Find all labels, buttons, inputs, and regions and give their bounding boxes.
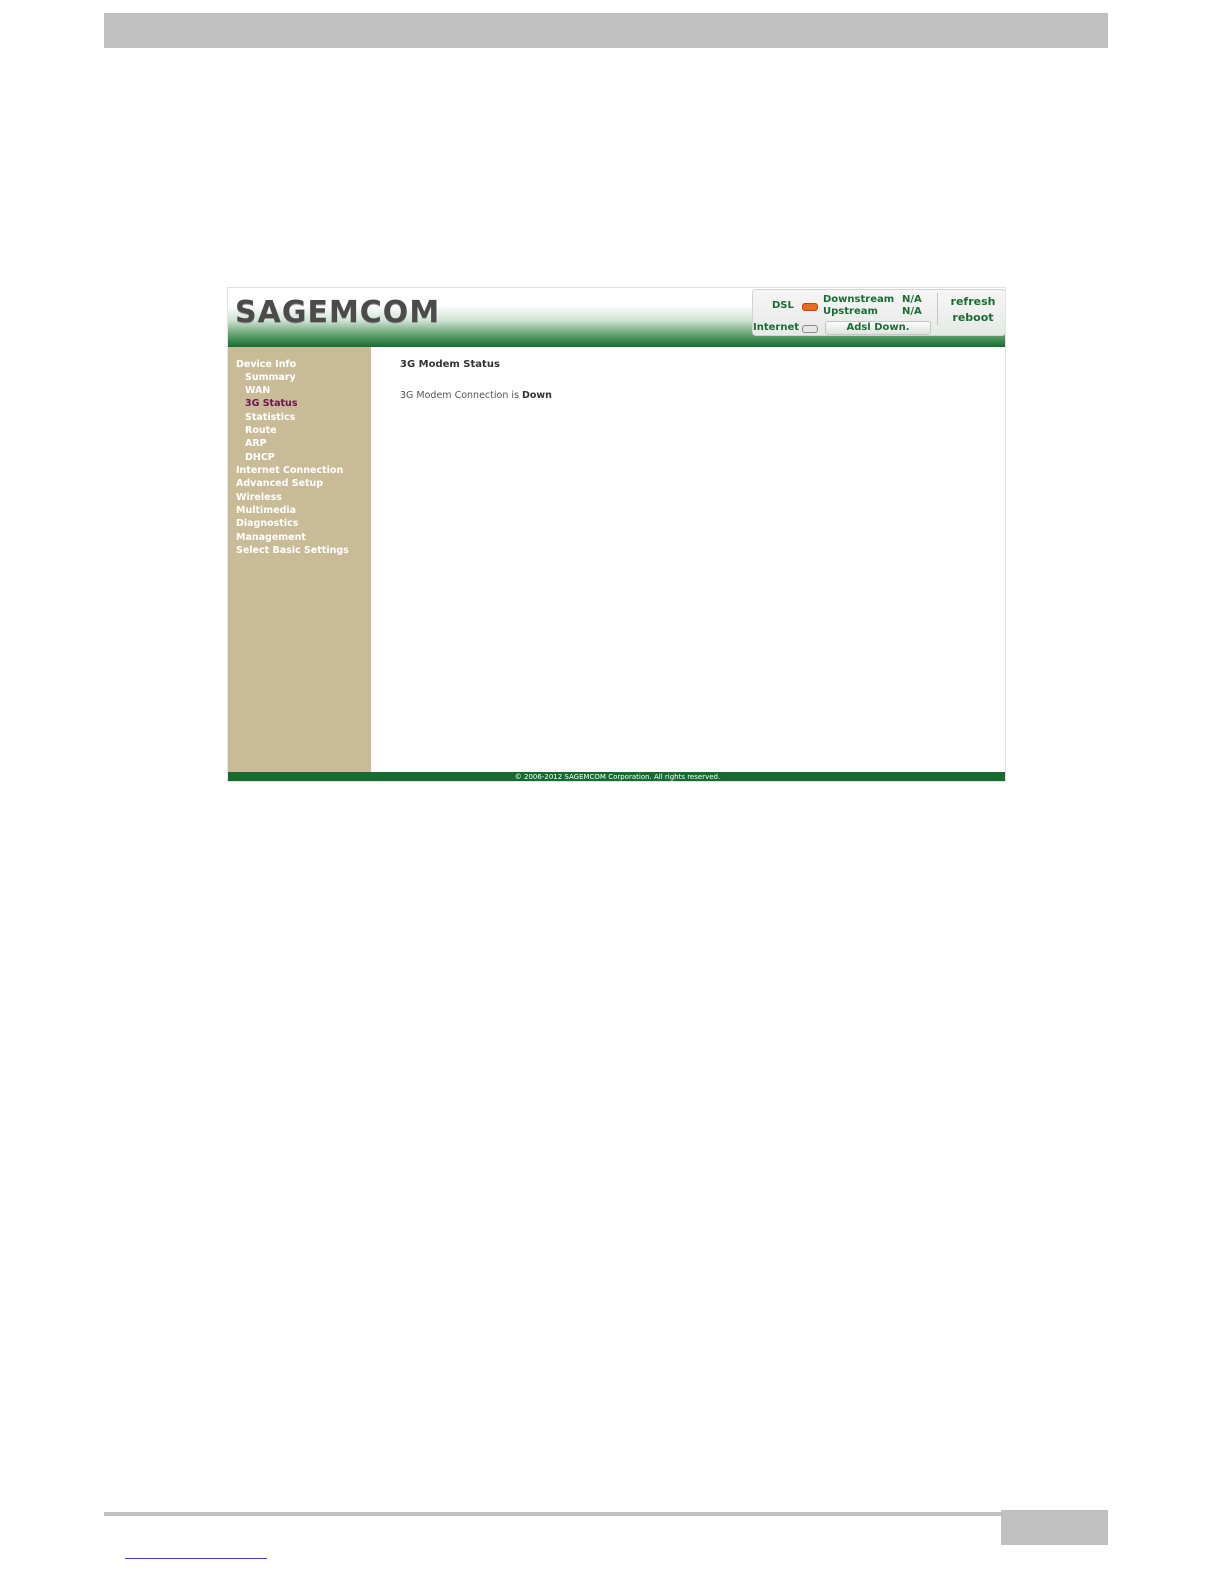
downstream-value: N/A <box>902 294 922 305</box>
sidebar-item-summary[interactable]: Summary <box>245 372 296 383</box>
dsl-led-icon <box>802 303 818 311</box>
copyright-footer: © 2006-2012 SAGEMCOM Corporation. All ri… <box>228 772 1005 781</box>
sidebar-nav: Device Info Summary WAN 3G Status Statis… <box>228 347 371 772</box>
sidebar-item-wan[interactable]: WAN <box>245 385 270 396</box>
connection-status-panel: DSL Downstream Upstream N/A N/A Internet… <box>752 289 1005 336</box>
sidebar-item-route[interactable]: Route <box>245 425 277 436</box>
router-web-ui: SAGEMCOM DSL Downstream Upstream N/A N/A… <box>227 287 1006 782</box>
sidebar-item-statistics[interactable]: Statistics <box>245 412 295 423</box>
status-prefix: 3G Modem Connection is <box>400 390 519 401</box>
sidebar-item-device-info[interactable]: Device Info <box>236 359 296 370</box>
sidebar-item-select-basic-settings[interactable]: Select Basic Settings <box>236 545 349 556</box>
sidebar-item-advanced-setup[interactable]: Advanced Setup <box>236 478 323 489</box>
sidebar-item-arp[interactable]: ARP <box>245 438 267 449</box>
upstream-value: N/A <box>902 306 922 317</box>
sidebar-item-internet-connection[interactable]: Internet Connection <box>236 465 343 476</box>
internet-label: Internet <box>753 322 800 333</box>
sagemcom-logo: SAGEMCOM <box>235 295 441 330</box>
modem-connection-status: 3G Modem Connection is Down <box>400 390 552 401</box>
status-value: Down <box>521 390 552 401</box>
main-content: 3G Modem Status 3G Modem Connection is D… <box>371 347 1005 772</box>
internet-led-icon <box>802 325 818 333</box>
header-banner: SAGEMCOM DSL Downstream Upstream N/A N/A… <box>228 288 1005 347</box>
sidebar-item-dhcp[interactable]: DHCP <box>245 452 275 463</box>
upstream-label: Upstream <box>823 306 878 317</box>
refresh-button[interactable]: refresh <box>943 295 1003 308</box>
document-footer-box <box>1001 1510 1108 1545</box>
page-title: 3G Modem Status <box>400 359 500 370</box>
panel-divider <box>937 293 938 325</box>
document-footer-line <box>104 1512 1001 1516</box>
dsl-label: DSL <box>772 300 794 311</box>
reboot-button[interactable]: reboot <box>943 311 1003 324</box>
sidebar-item-wireless[interactable]: Wireless <box>236 492 282 503</box>
sidebar-item-multimedia[interactable]: Multimedia <box>236 505 296 516</box>
sidebar-item-management[interactable]: Management <box>236 532 306 543</box>
document-footer-link[interactable] <box>125 1558 267 1559</box>
sidebar-item-diagnostics[interactable]: Diagnostics <box>236 518 298 529</box>
document-header-bar <box>104 13 1108 48</box>
sidebar-item-3g-status[interactable]: 3G Status <box>245 398 297 409</box>
downstream-label: Downstream <box>823 294 895 305</box>
adsl-status-box: Adsl Down. <box>825 321 931 335</box>
